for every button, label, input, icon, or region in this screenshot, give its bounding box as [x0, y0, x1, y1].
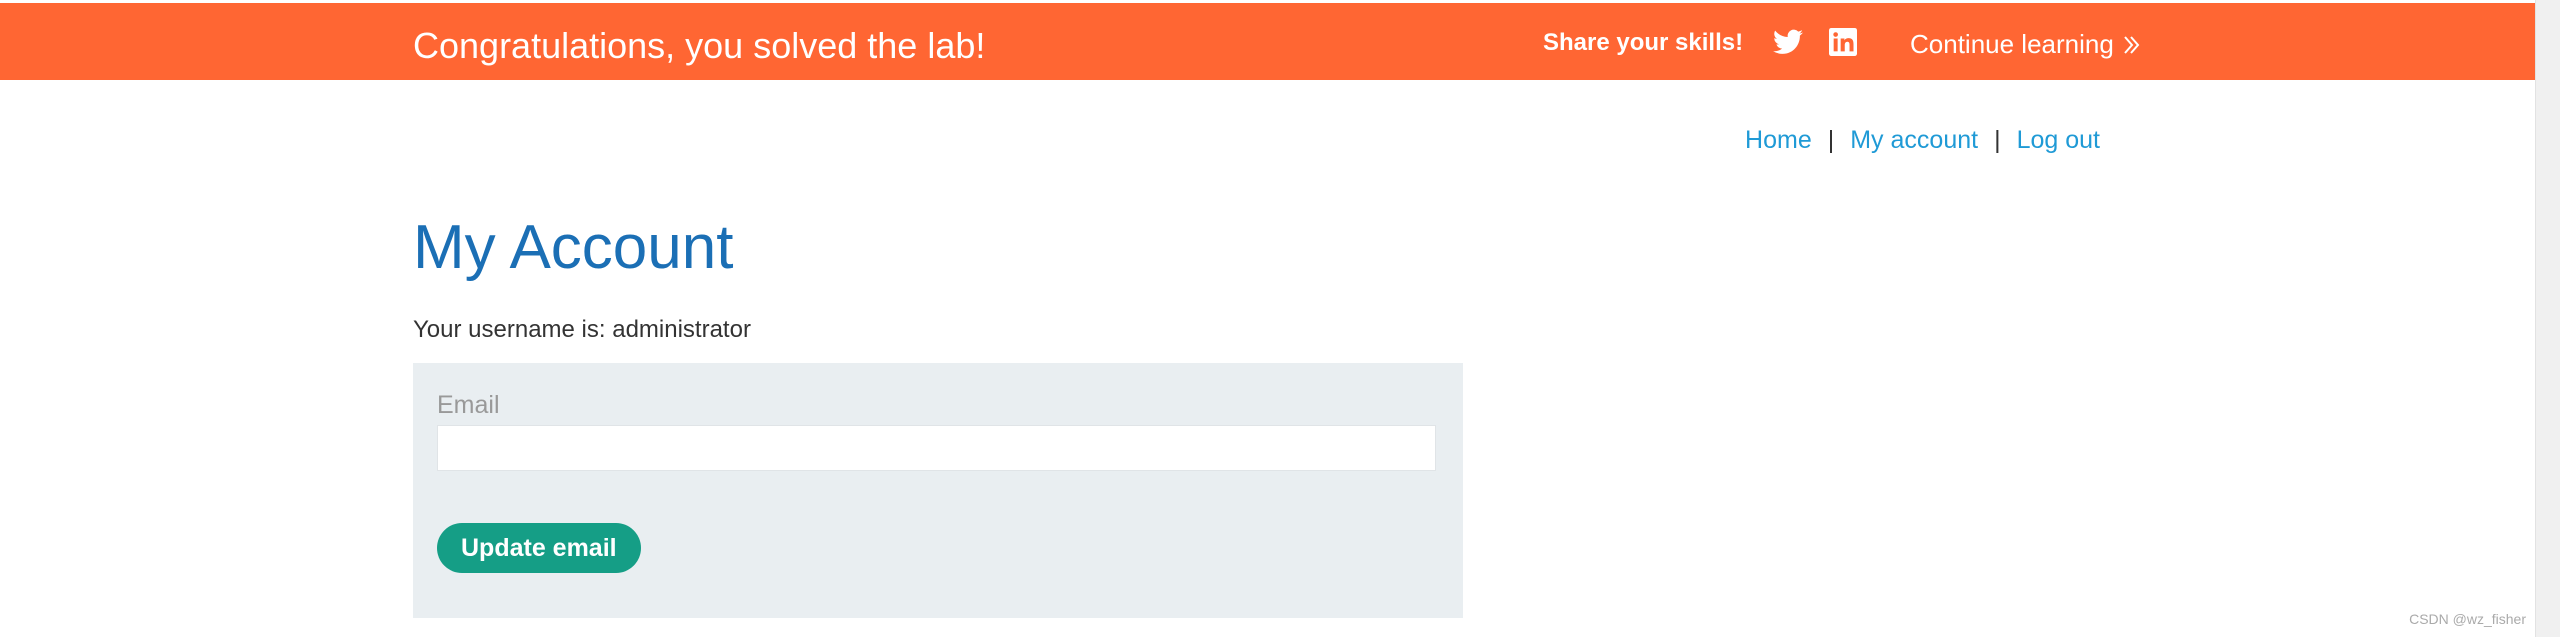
page-title: My Account [413, 213, 734, 282]
email-field[interactable] [437, 425, 1436, 471]
update-email-button[interactable]: Update email [437, 523, 641, 573]
change-email-form: Email Update email [413, 363, 1463, 618]
continue-learning-link[interactable]: Continue learning [1910, 29, 2142, 60]
linkedin-icon[interactable] [1829, 28, 1857, 56]
continue-learning-label: Continue learning [1910, 29, 2114, 59]
username-text: Your username is: administrator [413, 316, 751, 343]
banner-title: Congratulations, you solved the lab! [413, 25, 986, 66]
lab-solved-banner: Congratulations, you solved the lab! Sha… [0, 3, 2536, 80]
twitter-icon[interactable] [1773, 29, 1803, 55]
nav-log-out-link[interactable]: Log out [2017, 126, 2100, 155]
nav-my-account-link[interactable]: My account [1850, 126, 1978, 155]
vertical-scrollbar[interactable] [2535, 0, 2560, 637]
nav-home-link[interactable]: Home [1745, 126, 1812, 155]
watermark: CSDN @wz_fisher [2409, 611, 2526, 627]
page: Congratulations, you solved the lab! Sha… [0, 0, 2536, 637]
double-chevron-right-icon [2124, 35, 2140, 54]
share-label: Share your skills! [1543, 29, 1744, 56]
nav-separator: | [1827, 126, 1835, 154]
email-label: Email [437, 391, 500, 419]
top-navigation: Home | My account | Log out [1745, 126, 2100, 155]
nav-separator: | [1994, 126, 2001, 154]
